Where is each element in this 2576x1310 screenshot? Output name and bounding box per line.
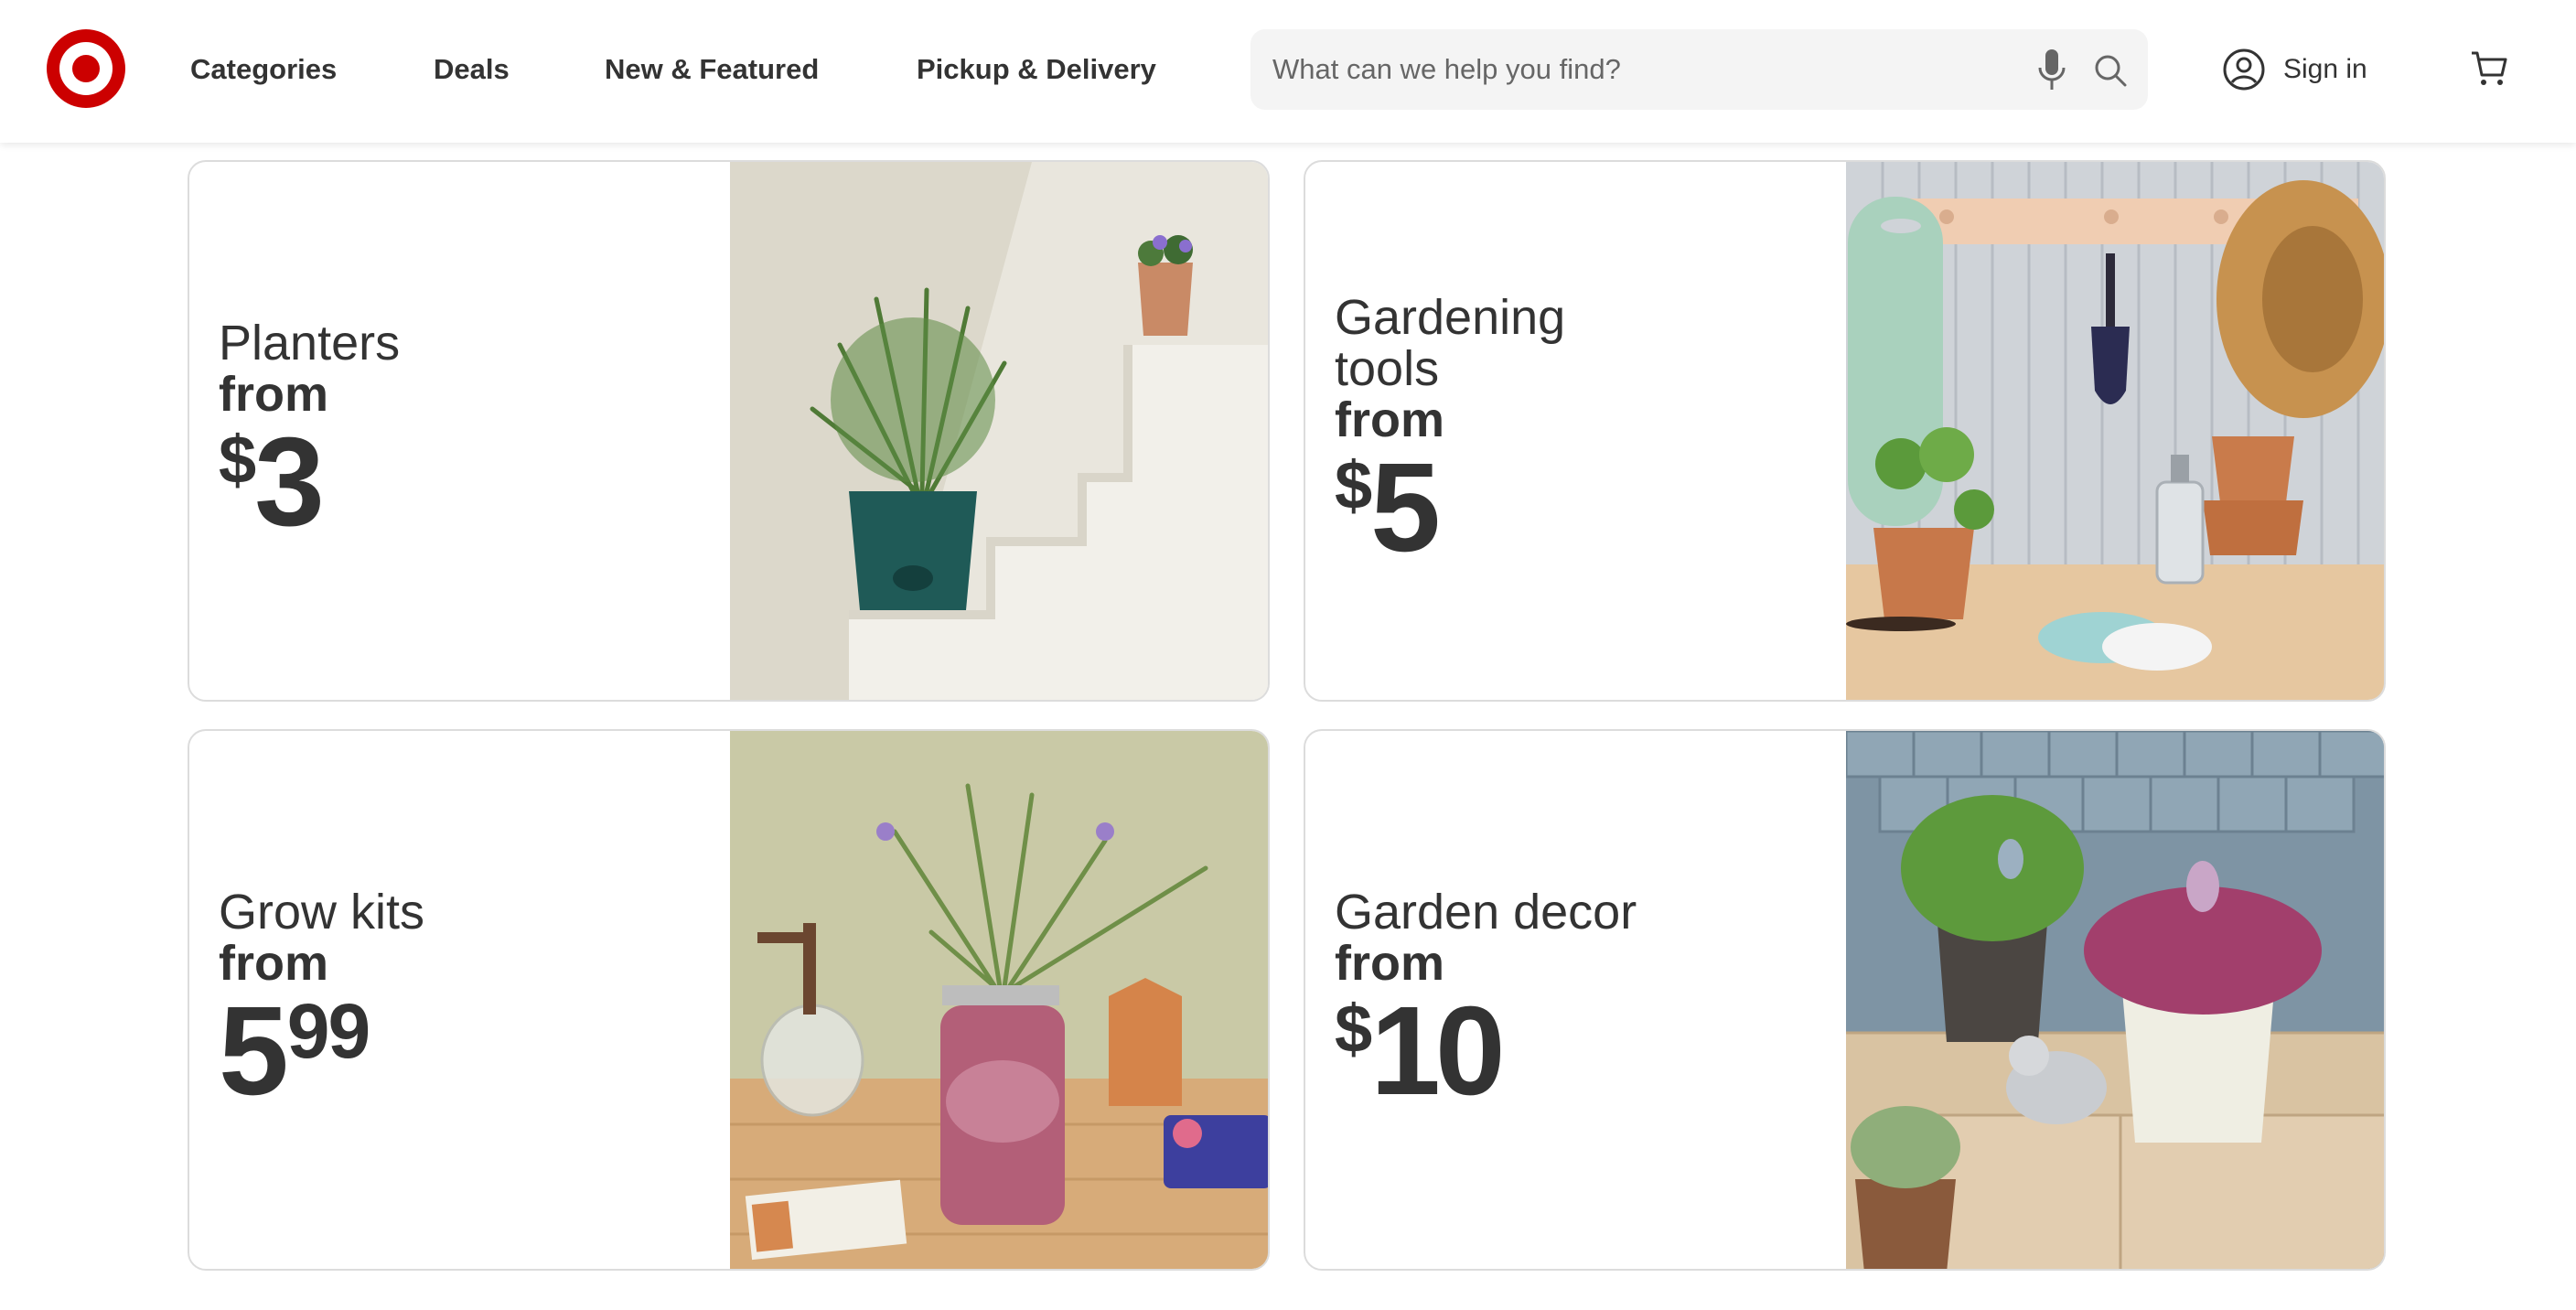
price-amount: 3 (254, 412, 325, 553)
price-currency: $ (219, 422, 256, 498)
account-icon (2223, 48, 2265, 91)
sign-in-label: Sign in (2283, 54, 2367, 84)
card-from: from (1335, 392, 1444, 447)
card-title: Garden decor (1335, 885, 1637, 940)
category-card-grow-kits[interactable]: Grow kits from 5 99 (188, 729, 1270, 1271)
category-card-planters[interactable]: Planters from $ 3 (188, 160, 1270, 702)
nav-pickup-delivery[interactable]: Pickup & Delivery (917, 53, 1156, 86)
card-price: 5 99 (219, 981, 424, 1122)
card-text: Garden decor from $ 10 (1335, 885, 1637, 1122)
price-currency: $ (1335, 991, 1372, 1067)
card-price: $ 3 (219, 412, 400, 553)
nav-deals[interactable]: Deals (434, 53, 510, 86)
nav-new-featured[interactable]: New & Featured (605, 53, 819, 86)
mic-icon[interactable] (2036, 48, 2067, 91)
card-price: $ 10 (1335, 981, 1637, 1122)
search-input[interactable] (1272, 29, 1986, 110)
sign-in-button[interactable]: Sign in (2223, 46, 2367, 93)
search-icon[interactable] (2093, 53, 2128, 88)
search-bar (1250, 29, 2148, 110)
grow-kit-photo (730, 731, 1268, 1269)
garden-decor-photo (1846, 731, 2384, 1269)
card-price: $ 5 (1335, 437, 1565, 578)
category-card-garden-decor[interactable]: Garden decor from $ 10 (1304, 729, 2386, 1271)
category-card-gardening-tools[interactable]: Gardening tools from $ 5 (1304, 160, 2386, 702)
card-title-line-2: tools (1335, 341, 1440, 396)
nav-categories[interactable]: Categories (190, 53, 337, 86)
card-title-line-1: Gardening (1335, 290, 1566, 345)
gardening-tools-photo (1846, 162, 2384, 700)
cart-icon[interactable] (2470, 49, 2508, 88)
planter-photo (730, 162, 1268, 700)
price-amount: 10 (1370, 981, 1505, 1122)
site-header: Categories Deals New & Featured Pickup &… (0, 0, 2576, 143)
card-text: Grow kits from 5 99 (219, 885, 425, 1122)
price-amount: 5 (1370, 437, 1441, 578)
card-text: Gardening tools from $ 5 (1335, 290, 1566, 578)
price-currency: $ (1335, 447, 1372, 523)
price-amount: 5 (219, 981, 289, 1122)
price-cents: 99 (286, 988, 370, 1074)
card-text: Planters from $ 3 (219, 316, 401, 553)
card-title: Grow kits (219, 885, 425, 940)
card-title: Planters (219, 316, 401, 370)
target-logo-icon[interactable] (46, 28, 126, 109)
